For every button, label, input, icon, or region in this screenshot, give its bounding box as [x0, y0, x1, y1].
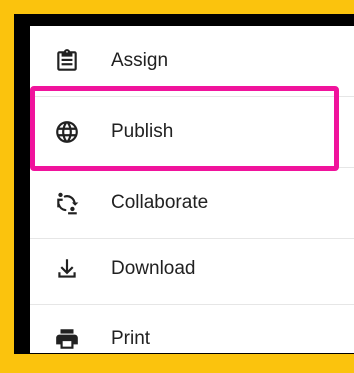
menu-item-collaborate[interactable]: Collaborate [30, 168, 354, 238]
menu-item-publish[interactable]: Publish [30, 97, 354, 167]
printer-icon [54, 326, 80, 352]
menu-item-label: Print [111, 328, 151, 349]
globe-icon [54, 119, 80, 145]
menu-item-print[interactable]: Print [30, 304, 354, 353]
download-icon [54, 256, 80, 282]
menu-item-assign[interactable]: Assign [30, 26, 354, 96]
menu-item-label: Publish [111, 121, 174, 142]
menu-item-label: Download [111, 258, 196, 279]
collaborate-icon [54, 190, 80, 216]
menu-item-download[interactable]: Download [30, 234, 354, 304]
menu-item-label: Assign [111, 50, 169, 71]
clipboard-icon [54, 48, 80, 74]
actions-menu: Assign Publish Collaborate Download Prin… [30, 26, 354, 353]
menu-item-label: Collaborate [111, 192, 209, 213]
